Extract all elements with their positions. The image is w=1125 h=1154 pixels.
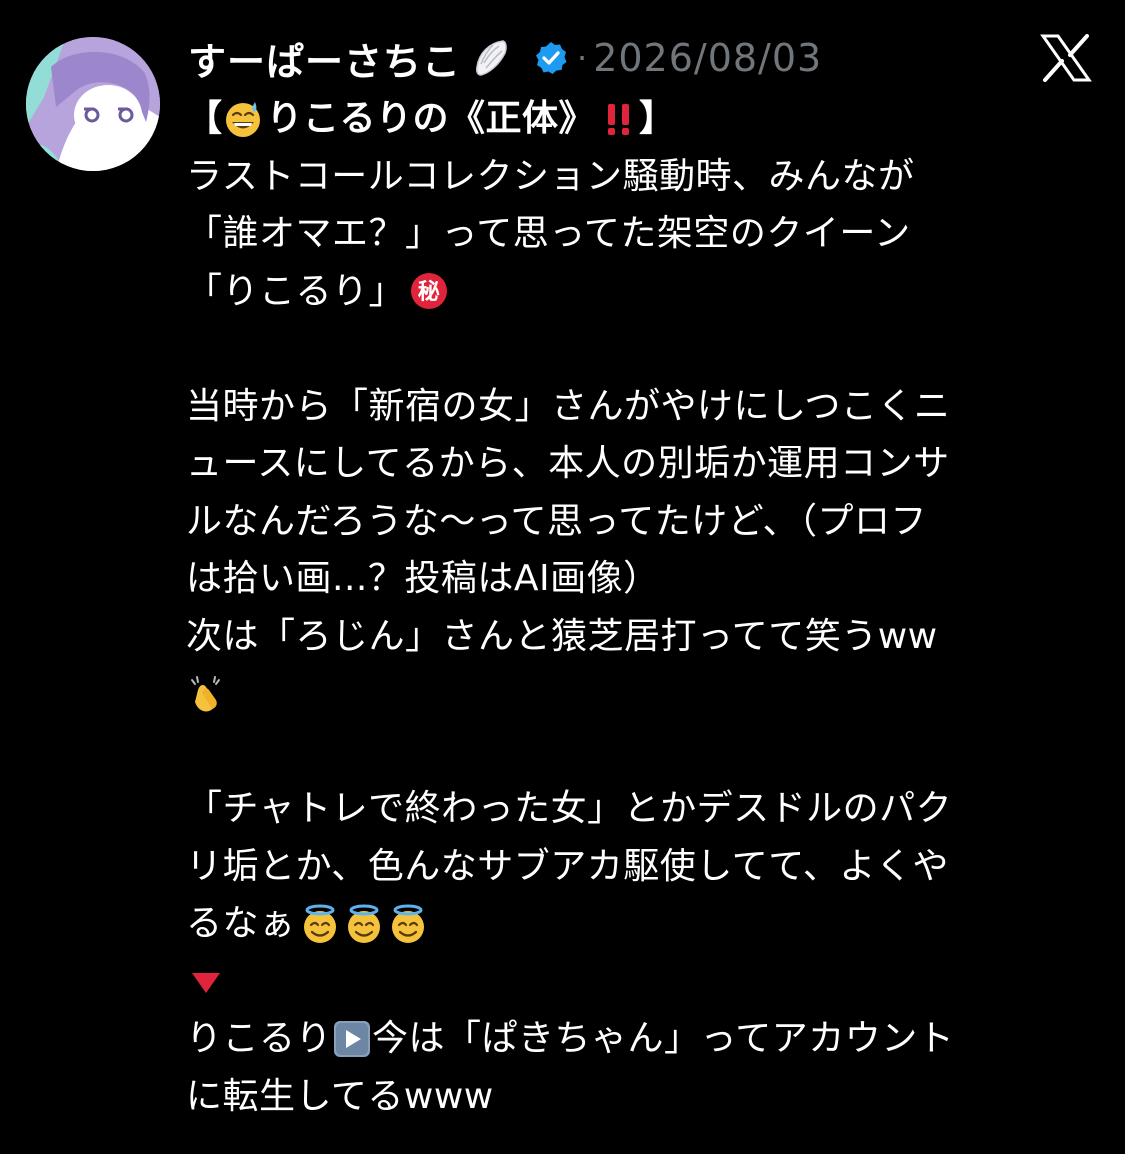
halo-smile-emoji-icon [388, 904, 428, 944]
post-line-13: リ垢とか、色んなサブアカ駆使してて、よくや [186, 845, 949, 887]
post-line-9: 次は「ろじん」さんと猿芝居打ってて笑うww [186, 615, 938, 657]
display-name[interactable]: すーぱーさちこ [188, 31, 461, 86]
post-line-8: は拾い画...？投稿はAI画像） [186, 558, 660, 599]
post-line-10 [186, 665, 1101, 723]
post-line-15 [186, 953, 1101, 1011]
post-line-12: 「チャトレで終わった女」とかデスドルのパク [186, 788, 953, 829]
post-line-2: 「誰オマエ？」って思ってた架空のクイーン [186, 213, 911, 254]
post-line-16: りこるり 今は「ぱきちゃん」ってアカウント [186, 1010, 1101, 1068]
post-line-6: ュースにしてるから、本人の別垢か運用コンサ [186, 443, 950, 484]
avatar[interactable] [26, 37, 160, 171]
secret-emoji-icon: 秘 [409, 271, 449, 311]
post-line-3: 「りこるり」 秘 [186, 263, 1101, 321]
post-line-7: ルなんだろうな〜って思ってたけど、（プロフ [186, 500, 927, 542]
title-bracket-close: 】 [639, 98, 676, 139]
halo-smile-emoji-icon [300, 904, 340, 944]
verified-badge-icon [533, 40, 569, 76]
post-line-17: に転生してるwww [186, 1075, 494, 1117]
post-line-14: るなぁ [186, 895, 1101, 953]
svg-text:秘: 秘 [418, 279, 441, 305]
separator-dot: · [577, 39, 588, 77]
post-line-5: 当時から「新宿の女」さんがやけにしつこくニ [186, 385, 951, 427]
x-logo-icon[interactable] [1040, 34, 1092, 82]
wing-emoji-icon [469, 37, 511, 79]
post-body: 【 りこるりの《正体》 】 ラストコールコレクション騒動時、みんなが 「誰オマエ… [186, 90, 1101, 1125]
timestamp[interactable]: 2026/08/03 [593, 36, 822, 80]
halo-smile-emoji-icon [344, 904, 384, 944]
title-text: りこるりの《正体》 [266, 98, 596, 139]
clapping-hands-emoji-icon [186, 674, 226, 714]
post-line-16-end: 今は「ぱきちゃん」ってアカウント [372, 1018, 955, 1059]
title-bracket-open: 【 [186, 98, 223, 139]
post-line-3-text: 「りこるり」 [186, 270, 406, 312]
play-button-emoji-icon [332, 1019, 372, 1059]
post-line-1: ラストコールコレクション騒動時、みんなが [186, 155, 915, 197]
double-exclamation-emoji-icon [599, 99, 639, 139]
post-title-line: 【 りこるりの《正体》 】 [186, 90, 1101, 148]
post-line-16-start: りこるり [186, 1018, 333, 1059]
red-down-triangle-emoji-icon [186, 961, 226, 1001]
post-line-14-text: るなぁ [186, 903, 296, 944]
post-header: すーぱーさちこ · 2026/08/03 [188, 30, 822, 86]
grinning-sweat-emoji-icon [223, 99, 263, 139]
